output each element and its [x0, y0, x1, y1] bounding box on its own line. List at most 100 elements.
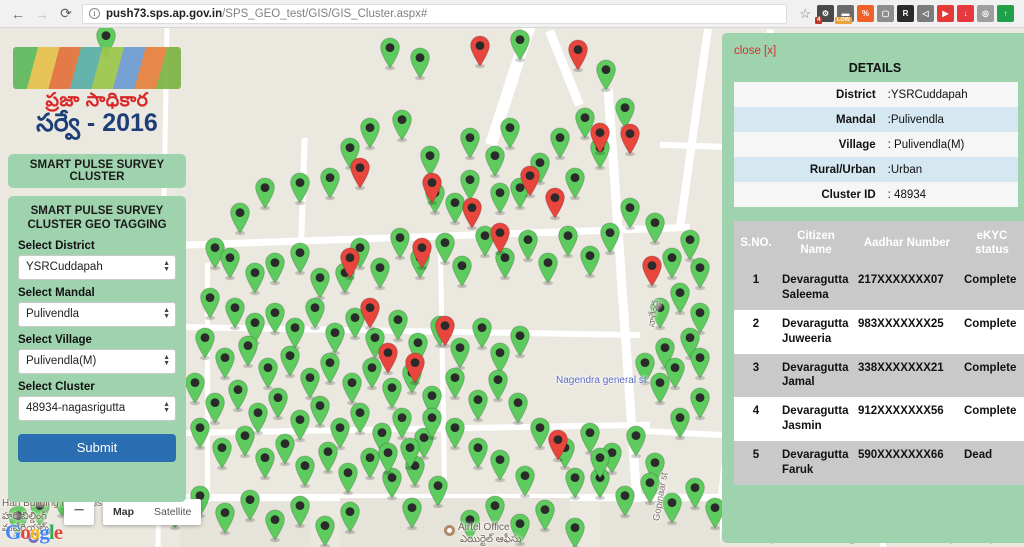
notes-extension[interactable]: ▢ [877, 5, 894, 22]
map-pin-green[interactable] [188, 417, 212, 451]
map-pin-green[interactable] [348, 402, 372, 436]
map-pin-red[interactable] [338, 247, 362, 281]
map-pin-green[interactable] [198, 287, 222, 321]
site-info-icon[interactable]: i [89, 8, 100, 19]
percent-extension[interactable]: % [857, 5, 874, 22]
select-village[interactable]: Pulivendla(M)▲▼ [18, 349, 176, 374]
map-pin-green[interactable] [594, 59, 618, 93]
map-pin-green[interactable] [390, 407, 414, 441]
map-pin-green[interactable] [408, 47, 432, 81]
table-row[interactable]: 4Devaragutta Jasmin912XXXXXXX56Complete [734, 397, 1024, 441]
map-pin-green[interactable] [483, 495, 507, 529]
map-pin-green[interactable] [688, 347, 712, 381]
map-pin-green[interactable] [228, 202, 252, 236]
map-pin-green[interactable] [443, 417, 467, 451]
map-pin-green[interactable] [420, 407, 444, 441]
map-pin-green[interactable] [288, 172, 312, 206]
address-bar[interactable]: i push73.sps.ap.gov.in /SPS_GEO_test/GIS… [82, 4, 787, 24]
map-pin-green[interactable] [378, 37, 402, 71]
video-extension[interactable]: ▶ [937, 5, 954, 22]
map-type-satellite-button[interactable]: Satellite [144, 499, 201, 525]
map-pin-green[interactable] [638, 472, 662, 506]
map-pin-green[interactable] [513, 465, 537, 499]
map-pin-green[interactable] [210, 437, 234, 471]
map-pin-red[interactable] [348, 157, 372, 191]
megaphone-extension[interactable]: ◁ [917, 5, 934, 22]
geo-tagging-form[interactable]: SMART PULSE SURVEY CLUSTER GEO TAGGING S… [8, 196, 186, 502]
table-row[interactable]: 5Devaragutta Faruk590XXXXXXX66Dead [734, 441, 1024, 485]
map-pin-green[interactable] [368, 257, 392, 291]
map-pin-red[interactable] [376, 342, 400, 376]
select-cluster[interactable]: 48934-nagasrigutta▲▼ [18, 396, 176, 421]
select-mandal[interactable]: Pulivendla▲▼ [18, 302, 176, 327]
map-pin-green[interactable] [398, 437, 422, 471]
map-pin-green[interactable] [648, 297, 672, 331]
map-pin-green[interactable] [253, 177, 277, 211]
map-pin-green[interactable] [256, 357, 280, 391]
map-pin-green[interactable] [390, 109, 414, 143]
map-pin-green[interactable] [563, 517, 587, 547]
map-pin-green[interactable] [648, 372, 672, 406]
map-pin-green[interactable] [643, 212, 667, 246]
poi-marker-icon[interactable] [444, 525, 455, 536]
map-pin-green[interactable] [450, 255, 474, 289]
citizen-list-table[interactable]: S.NO.Citizen NameAadhar NumbereKYC statu… [734, 221, 1024, 485]
map-pin-green[interactable] [400, 497, 424, 531]
chevron-updown-icon[interactable]: ▲▼ [163, 355, 170, 367]
map-pin-red[interactable] [433, 315, 457, 349]
map-pin-red[interactable] [640, 255, 664, 289]
map-pin-green[interactable] [458, 127, 482, 161]
map-pin-red[interactable] [566, 39, 590, 73]
map-pin-green[interactable] [376, 442, 400, 476]
chevron-updown-icon[interactable]: ▲▼ [163, 402, 170, 414]
map-pin-green[interactable] [548, 127, 572, 161]
map-pin-green[interactable] [533, 499, 557, 533]
map-pin-red[interactable] [403, 352, 427, 386]
map-pin-red[interactable] [543, 187, 567, 221]
close-details-link[interactable]: close [x] [734, 45, 776, 57]
pocket-extension[interactable]: ▬LOW [837, 5, 854, 22]
map-pin-green[interactable] [338, 501, 362, 535]
table-row[interactable]: 2Devaragutta Juweeria983XXXXXXX25Complet… [734, 310, 1024, 354]
map-pin-red[interactable] [488, 222, 512, 256]
map-type-map-button[interactable]: Map [103, 499, 144, 525]
chevron-updown-icon[interactable]: ▲▼ [163, 261, 170, 273]
map-pin-green[interactable] [488, 449, 512, 483]
map-pin-green[interactable] [466, 437, 490, 471]
map-pin-green[interactable] [556, 225, 580, 259]
tampermonkey-extension[interactable]: ⚙4 [817, 5, 834, 22]
save-extension[interactable]: ↓ [957, 5, 974, 22]
map-pin-green[interactable] [263, 252, 287, 286]
map-pin-red[interactable] [546, 429, 570, 463]
bookmark-star-icon[interactable]: ☆ [793, 6, 817, 22]
back-arrow-icon[interactable]: ← [6, 2, 30, 26]
chevron-updown-icon[interactable]: ▲▼ [163, 308, 170, 320]
map-pin-green[interactable] [506, 392, 530, 426]
map-pin-green[interactable] [508, 513, 532, 547]
map-pin-green[interactable] [588, 447, 612, 481]
map-pin-green[interactable] [318, 167, 342, 201]
map-pin-red[interactable] [410, 237, 434, 271]
map-pin-red[interactable] [588, 122, 612, 156]
map-pin-green[interactable] [288, 495, 312, 529]
map-pin-green[interactable] [293, 455, 317, 489]
map-pin-red[interactable] [420, 172, 444, 206]
map-pin-green[interactable] [238, 489, 262, 523]
map-pin-green[interactable] [443, 367, 467, 401]
submit-button[interactable]: Submit [18, 434, 176, 462]
form-fields[interactable]: Select DistrictYSRCuddapah▲▼Select Manda… [18, 240, 176, 421]
map-pin-green[interactable] [218, 247, 242, 281]
map-type-control[interactable]: Map Satellite [103, 499, 201, 525]
map-pin-green[interactable] [563, 467, 587, 501]
map-pin-green[interactable] [358, 117, 382, 151]
map-pin-green[interactable] [213, 502, 237, 536]
camera-extension[interactable]: ◎ [977, 5, 994, 22]
reload-icon[interactable]: ⟳ [54, 2, 78, 26]
map-pin-green[interactable] [508, 29, 532, 63]
map-pin-green[interactable] [426, 475, 450, 509]
select-district[interactable]: YSRCuddapah▲▼ [18, 255, 176, 280]
map-pin-green[interactable] [508, 325, 532, 359]
map-pin-green[interactable] [668, 407, 692, 441]
table-row[interactable]: 3Devaragutta Jamal338XXXXXXX21Complete [734, 354, 1024, 398]
map-pin-red[interactable] [358, 297, 382, 331]
